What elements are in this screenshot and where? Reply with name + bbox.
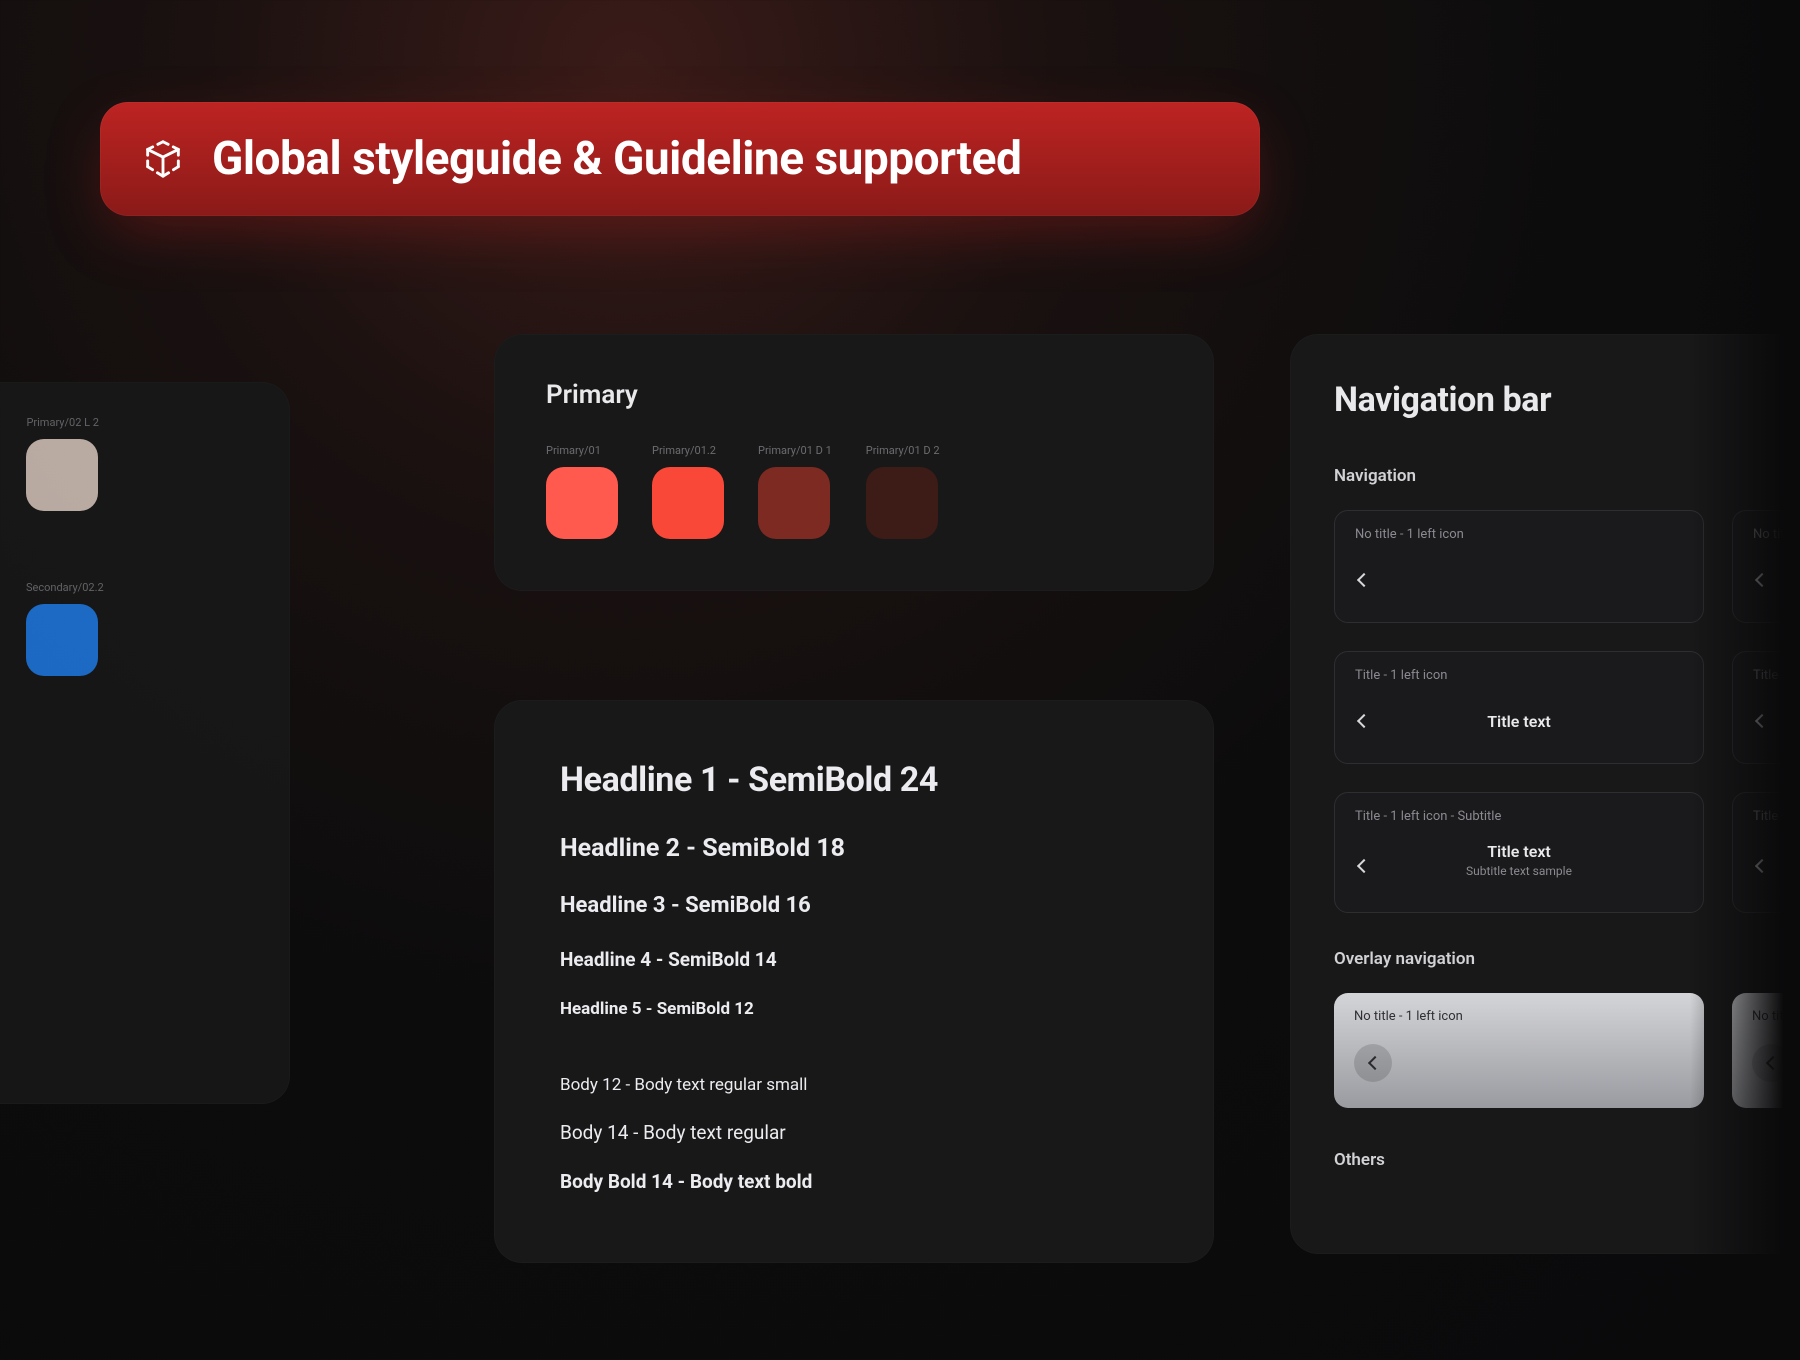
chevron-left-icon [1766,1056,1780,1070]
nav-caption: No title [1752,1009,1800,1024]
cube-icon [140,136,186,182]
swatch-block: Primary/01 D 2 [866,444,940,539]
swatch-block: Primary/01 D 1 [758,444,832,539]
swatch-label: Primary/01 [546,444,618,457]
nav-sample: Title - [1732,792,1800,913]
type-sample-h2: Headline 2 - SemiBold 18 [560,834,1148,863]
nav-caption: No title - 1 left icon [1354,1009,1684,1024]
type-sample-body12: Body 12 - Body text regular small [560,1075,1148,1095]
nav-section-navigation: Navigation [1334,466,1800,486]
back-button[interactable] [1752,1044,1790,1082]
swatch-label: Secondary/02.2 [26,581,104,594]
chevron-left-icon[interactable] [1755,714,1769,728]
type-sample-h1: Headline 1 - SemiBold 24 [560,760,1148,800]
swatch [758,467,830,539]
nav-title-text: Title text [1355,712,1683,731]
navcard-title: Navigation bar [1334,380,1800,420]
nav-caption: No title [1753,527,1800,542]
nav-title-text: Title text [1355,842,1683,861]
swatch-block: Primary/01 [546,444,618,539]
nav-sample: No title [1732,510,1800,623]
nav-caption: Title - [1753,668,1800,683]
navigation-bar-card: Navigation bar Navigation No title - 1 l… [1290,334,1800,1254]
nav-caption: No title - 1 left icon [1355,527,1683,542]
nav-caption: Title - [1753,809,1800,824]
type-sample-h4: Headline 4 - SemiBold 14 [560,948,1148,971]
swatch [866,467,938,539]
primary-colors-card: Primary Primary/01 Primary/01.2 Primary/… [494,334,1214,591]
nav-sample: Title - 1 left icon Title text [1334,651,1704,764]
nav-caption: Title - 1 left icon [1355,668,1683,683]
overlay-nav-sample: No title [1732,993,1800,1108]
primary-title: Primary [546,380,1162,410]
left-swatch-card: ry/01.2 Primary/01 L 1 Primary/02 L 2 da… [0,382,290,1104]
swatch [26,604,98,676]
swatch [546,467,618,539]
chevron-left-icon [1368,1056,1382,1070]
type-sample-bodybold14: Body Bold 14 - Body text bold [560,1170,1148,1193]
nav-sample: Title - 1 left icon - Subtitle Title tex… [1334,792,1704,913]
overlay-nav-sample: No title - 1 left icon [1334,993,1704,1108]
swatch-label: Primary/01 D 1 [758,444,832,457]
swatch-block: Primary/01.2 [652,444,724,539]
swatch-label: Primary/01 D 2 [866,444,940,457]
typography-card: Headline 1 - SemiBold 24 Headline 2 - Se… [494,700,1214,1263]
chevron-left-icon[interactable] [1755,859,1769,873]
nav-subtitle-text: Subtitle text sample [1355,864,1683,878]
nav-caption: Title - 1 left icon - Subtitle [1355,809,1683,824]
type-sample-body14: Body 14 - Body text regular [560,1121,1148,1144]
type-sample-h3: Headline 3 - SemiBold 16 [560,893,1148,918]
type-sample-h5: Headline 5 - SemiBold 12 [560,999,1148,1019]
back-button[interactable] [1354,1044,1392,1082]
swatch-block: Primary/02 L 2 [26,416,98,511]
swatch-label: Primary/02 L 2 [26,416,98,429]
swatch [652,467,724,539]
hero-banner: Global styleguide & Guideline supported [100,102,1260,216]
nav-sample: Title - [1732,651,1800,764]
swatch [26,439,98,511]
chevron-left-icon[interactable] [1755,573,1769,587]
nav-section-overlay: Overlay navigation [1334,949,1800,969]
swatch-label: Primary/01.2 [652,444,724,457]
nav-sample: No title - 1 left icon [1334,510,1704,623]
hero-title: Global styleguide & Guideline supported [212,132,1021,186]
swatch-block: Secondary/02.2 [26,581,104,676]
nav-section-others: Others [1334,1150,1800,1170]
chevron-left-icon[interactable] [1357,573,1371,587]
